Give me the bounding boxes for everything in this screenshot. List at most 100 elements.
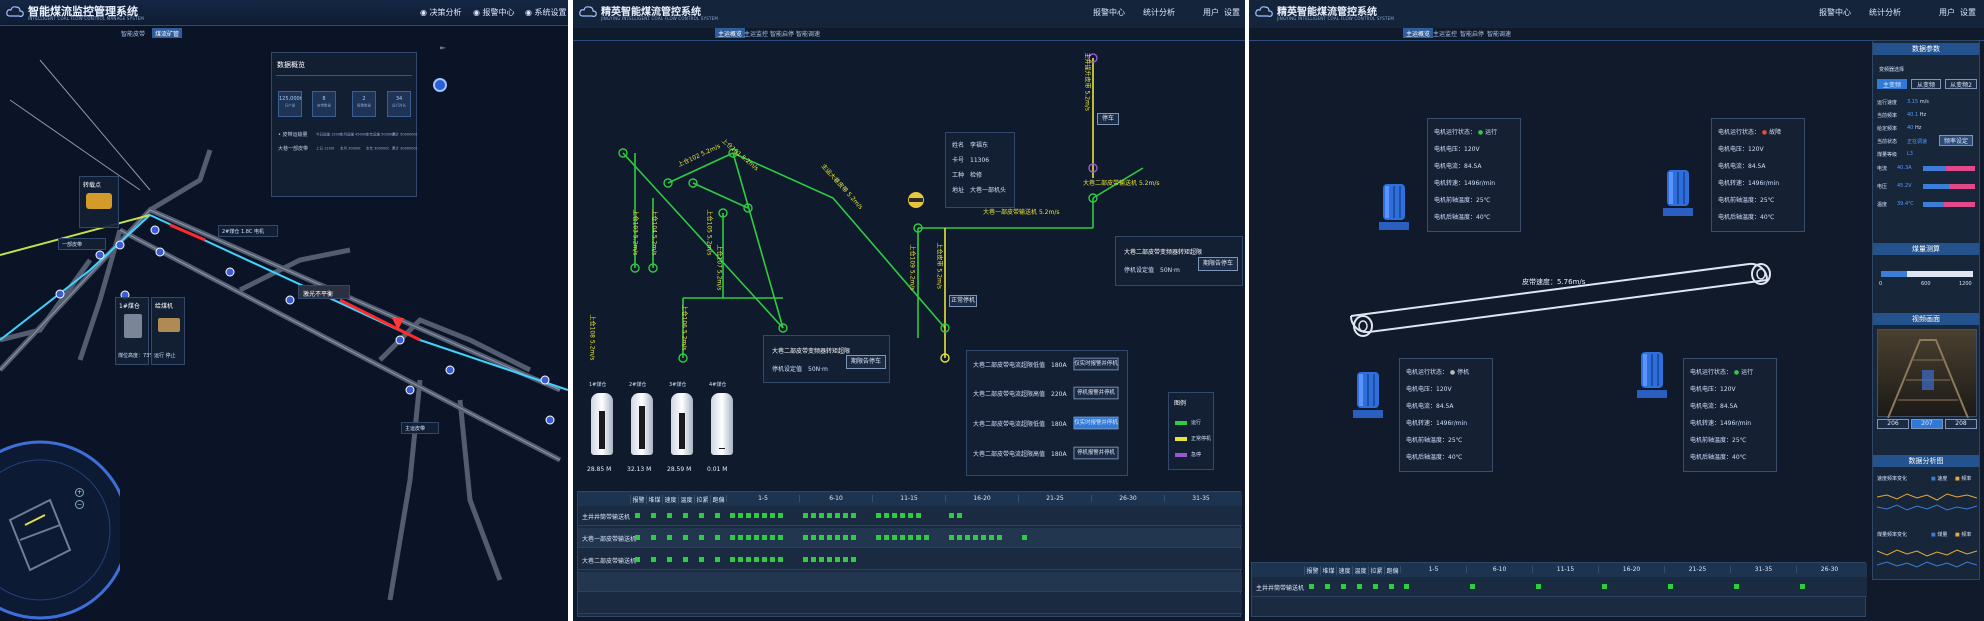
belt-label-103: 上仓103 5.2m/s: [631, 209, 639, 256]
status-square: [827, 513, 832, 518]
nav-statistics[interactable]: 统计分析: [1869, 7, 1901, 18]
status-square: [754, 535, 759, 540]
cloud-logo-icon: [6, 6, 24, 17]
freq-main-button[interactable]: 主变频: [1877, 79, 1907, 89]
nav-settings[interactable]: ◉ 系统设置: [525, 7, 567, 18]
alarm-action-button-active[interactable]: 仅实时报警并停机: [1073, 416, 1119, 430]
column-header: 11-15: [872, 495, 945, 502]
nav-settings[interactable]: 设置: [1960, 7, 1976, 18]
status-square: [949, 535, 954, 540]
status-square: [843, 535, 848, 540]
column-header: 31-35: [1164, 495, 1237, 502]
freq-slave2-button[interactable]: 从变频2: [1945, 79, 1977, 89]
motor-param: 电机转速：1496r/min: [1718, 180, 1780, 187]
coal-bin-icon[interactable]: [591, 393, 613, 455]
video-tab-206[interactable]: 206: [1877, 419, 1909, 429]
status-square: [738, 535, 743, 540]
stop-period-button[interactable]: 期限告停车: [1198, 257, 1238, 271]
bin-value: 32.13 M: [627, 466, 652, 473]
status-square: [811, 513, 816, 518]
motor-info-card: 电机运行状态： ● 运行 电机电压：120V 电机电流：84.5A 电机转速：1496…: [1683, 358, 1777, 472]
tab-smart-speed[interactable]: 智能调速: [1484, 28, 1514, 38]
status-square: [730, 557, 735, 562]
alarm-action-button[interactable]: 停机报警并停机: [1073, 446, 1119, 460]
map-label-bin2[interactable]: 2#煤仓 1.8C 电机: [218, 225, 278, 237]
map-label-belt1[interactable]: 一部皮带: [58, 238, 106, 250]
map-label-main-belt[interactable]: 主运皮带: [401, 422, 439, 434]
nav-alarm[interactable]: ◉ 报警中心: [473, 7, 515, 18]
status-square: [851, 557, 856, 562]
freq-slave-button[interactable]: 从变频: [1911, 79, 1941, 89]
status-square: [1309, 584, 1314, 589]
status-square: [819, 535, 824, 540]
table-row[interactable]: [578, 550, 1242, 570]
column-header: 速度: [1336, 566, 1352, 575]
motor-icon[interactable]: [1637, 352, 1667, 400]
video-tab-207[interactable]: 207: [1911, 419, 1943, 429]
person-info-card: 姓名 李福东 卡号 11306 工种 检修 地址 大巷一部机头: [945, 132, 1015, 208]
target-view-icon[interactable]: [433, 78, 447, 92]
status-square: [1325, 584, 1330, 589]
status-square: [651, 513, 656, 518]
zoom-in-icon[interactable]: +: [75, 488, 84, 497]
status-square: [973, 535, 978, 540]
coal-bin-icon[interactable]: [671, 393, 693, 455]
table-row[interactable]: [578, 572, 1242, 592]
status-square: [635, 557, 640, 562]
belt-label-108: 上仓108 5.2m/s: [588, 314, 596, 361]
tab-main-monitor[interactable]: 主运监控: [1430, 28, 1460, 38]
bin-value: 28.85 M: [587, 466, 612, 473]
stop-period-button[interactable]: 期限告停车: [846, 355, 886, 369]
status-square: [778, 557, 783, 562]
motor-icon[interactable]: [1663, 170, 1693, 218]
bin-level: [599, 411, 605, 449]
column-header: 21-25: [1664, 566, 1730, 573]
belt-network-diagram[interactable]: [573, 0, 1245, 390]
coal-bin-icon[interactable]: [711, 393, 733, 455]
normal-stop-button[interactable]: 正常停机: [949, 295, 977, 307]
param-label: 给定频率: [1877, 126, 1898, 132]
motor-param: 电机后轴温度：40℃: [1434, 214, 1491, 221]
coal-bin-icon: [124, 314, 142, 338]
set-frequency-button[interactable]: 频率设定: [1939, 135, 1973, 146]
status-square: [730, 535, 735, 540]
column-header: 21-25: [1018, 495, 1091, 502]
tab-smart-start[interactable]: 智能启停: [1457, 28, 1487, 38]
column-header: 拉紧: [694, 495, 710, 504]
column-header: 堆煤: [1320, 566, 1336, 575]
map-label-laser[interactable]: 激光不平衡: [298, 285, 350, 299]
video-tab-208[interactable]: 208: [1945, 419, 1977, 429]
bin-panel-feeder[interactable]: 给煤机 运行 停止: [151, 297, 185, 365]
status-square: [827, 557, 832, 562]
tab-smart-belt[interactable]: 智能皮带: [118, 28, 148, 38]
belt-label-104: 上仓104 5.2m/s: [650, 209, 658, 256]
status-square: [1734, 584, 1739, 589]
motor-icon[interactable]: [1379, 184, 1409, 232]
status-square: [770, 535, 775, 540]
stop-button[interactable]: 停车: [1097, 113, 1119, 125]
video-feed[interactable]: [1877, 329, 1977, 419]
minimap-compass[interactable]: [0, 430, 120, 621]
collapse-icon[interactable]: ⇤: [440, 44, 446, 52]
nav-decision[interactable]: ◉ 决策分析: [420, 7, 462, 18]
data-overview-card: 数据概览 125,000t 日产量 8 皮带数量 2 报警数量 34 运行时长 • 皮带…: [271, 52, 417, 197]
motor-param: 电机前轴温度：25℃: [1718, 197, 1775, 204]
status-square: [1373, 584, 1378, 589]
alarm-action-button[interactable]: 停机报警并停机: [1073, 386, 1119, 400]
status-square: [651, 557, 656, 562]
param-value: 40 Hz: [1907, 125, 1922, 131]
transfer-point-card[interactable]: 转载点: [79, 176, 119, 228]
alarm-action-button[interactable]: 仅实时报警并停机: [1073, 357, 1119, 371]
tab-main-overview[interactable]: 主运概览: [1403, 28, 1434, 38]
bin-panel-1[interactable]: 1#煤仓 煤位高度：73%: [115, 297, 154, 365]
nav-alarm-center[interactable]: 报警中心: [1819, 7, 1851, 18]
belt-label-main1: 大巷一部皮带输送机 5.2m/s: [983, 209, 1060, 216]
status-square: [892, 513, 897, 518]
status-square: [1389, 584, 1394, 589]
zoom-out-icon[interactable]: −: [75, 500, 84, 509]
tab-coal-flow[interactable]: 煤流矿管: [152, 28, 183, 38]
motor-icon[interactable]: [1353, 372, 1383, 420]
table-row[interactable]: [578, 594, 1242, 614]
coal-bin-icon[interactable]: [631, 393, 653, 455]
nav-user[interactable]: 用户: [1939, 7, 1955, 18]
